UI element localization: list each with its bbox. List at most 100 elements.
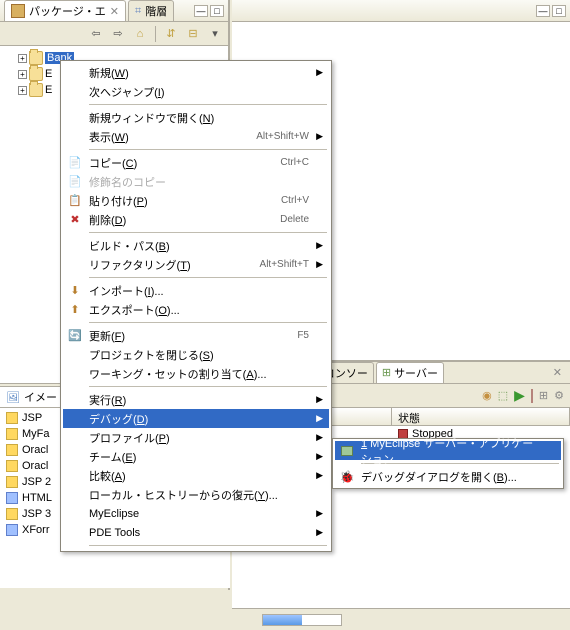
menu-item[interactable]: 🔄更新(F)F5 [63,326,329,345]
menu-item[interactable]: ビルド・パス(B)▶ [63,236,329,255]
submenu-arrow-icon: ▶ [316,259,323,270]
menu-item: 📄修飾名のコピー [63,172,329,191]
minimize-button[interactable]: — [536,5,550,17]
menu-label: 貼り付け(P) [85,193,281,209]
publish-icon[interactable]: ⬚ [498,389,508,402]
item-label: MyFa [22,428,50,440]
status-bar [232,608,570,630]
submenu-arrow-icon: ▶ [316,413,323,424]
menu-item[interactable]: 次へジャンプ(I) [63,82,329,101]
image-icon: 🖼 [6,391,20,404]
pkg-toolbar: ⇦ ⇨ ⌂ ⇵ ⊟ ▾ [0,22,228,46]
menu-accelerator: Alt+Shift+T [260,259,309,270]
menu-item[interactable]: ワーキング・セットの割り当て(A)... [63,364,329,383]
submenu-item[interactable]: 🐞デバッグダイアログを開く(B)... [335,467,561,486]
submenu-arrow-icon: ▶ [316,131,323,142]
menu-label: リファクタリング(T) [85,257,260,273]
jsp-icon [6,508,18,520]
submenu-arrow-icon: ▶ [316,394,323,405]
item-label: HTML [22,492,52,504]
stop-icon[interactable] [531,390,533,402]
menu-item[interactable]: ⬇インポート(I)... [63,281,329,300]
package-icon [11,4,25,18]
menu-label: 削除(D) [85,212,280,228]
menu-item[interactable]: ✖削除(D)Delete [63,210,329,229]
submenu-arrow-icon: ▶ [316,527,323,538]
submenu-arrow-icon: ▶ [316,67,323,78]
menu-item[interactable]: 実行(R) ▶ [63,390,329,409]
jsp-icon [6,460,18,472]
menu-label: 実行(R) [85,392,309,408]
menu-item[interactable]: ローカル・ヒストリーからの復元(Y)... [63,485,329,504]
submenu-label: 1 MyEclipse サーバー・アプリケーション [357,435,541,467]
menu-item[interactable]: 比較(A)▶ [63,466,329,485]
menu-button[interactable]: ▾ [206,25,224,43]
menu-label: 更新(F) [85,328,297,344]
pkg-explorer-tabs: パッケージ・エ ✕ ⌗ 階層 — □ [0,0,228,22]
expander-icon[interactable]: + [18,86,27,95]
menu-icon: ✖ [65,213,85,226]
menu-label: 表示(W) [85,129,256,145]
hierarchy-icon: ⌗ [135,5,141,18]
add-server-icon[interactable]: ⊞ [539,389,548,402]
server-app-icon [341,446,353,456]
tree-label: E [45,84,52,96]
menu-label: インポート(I)... [85,283,309,299]
item-label: JSP 2 [22,476,51,488]
col-status[interactable]: 状態 [392,408,570,425]
close-icon[interactable]: ✕ [110,5,119,18]
close-icon[interactable]: ✕ [553,366,562,379]
debug-submenu: 1 MyEclipse サーバー・アプリケーション🐞デバッグダイアログを開く(B… [332,438,564,489]
maximize-button[interactable]: □ [552,5,566,17]
expander-icon[interactable]: + [18,70,27,79]
tab-servers[interactable]: ⊞ サーバー [376,362,444,384]
run-icon[interactable]: ▶ [514,387,525,404]
menu-item[interactable]: PDE Tools▶ [63,523,329,542]
menu-item[interactable]: 新規(W) ▶ [63,63,329,82]
submenu-arrow-icon: ▶ [316,508,323,519]
maximize-button[interactable]: □ [210,5,224,17]
connect-icon[interactable]: ◉ [482,389,492,402]
menu-icon: 📋 [65,194,85,207]
html-icon [6,524,18,536]
jsp-icon [6,476,18,488]
image-view-title: イメー [24,389,57,405]
profile-icon[interactable]: ⚙ [554,389,564,402]
menu-item[interactable]: MyEclipse▶ [63,504,329,523]
home-button[interactable]: ⌂ [131,25,149,43]
back-button[interactable]: ⇦ [87,25,105,43]
folder-icon [29,51,43,65]
submenu-item[interactable]: 1 MyEclipse サーバー・アプリケーション [335,441,561,460]
jsp-icon [6,428,18,440]
tab-hierarchy[interactable]: ⌗ 階層 [128,0,174,21]
menu-item[interactable]: 表示(W)Alt+Shift+W▶ [63,127,329,146]
link-button[interactable]: ⇵ [162,25,180,43]
menu-icon: ⬇ [65,284,85,297]
menu-icon: 📄 [65,175,85,188]
menu-icon: 🔄 [65,329,85,342]
menu-item[interactable]: ⬆エクスポート(O)... [63,300,329,319]
menu-item[interactable]: 新規ウィンドウで開く(N) [63,108,329,127]
tab-label: サーバー [394,365,438,381]
server-icon: ⊞ [382,366,391,379]
submenu-arrow-icon: ▶ [316,451,323,462]
forward-button[interactable]: ⇨ [109,25,127,43]
tab-package-explorer[interactable]: パッケージ・エ ✕ [4,0,126,21]
menu-label: 新規(W) [85,65,309,81]
menu-item[interactable]: 📋貼り付け(P)Ctrl+V [63,191,329,210]
collapse-button[interactable]: ⊟ [184,25,202,43]
menu-item[interactable]: 📄コピー(C)Ctrl+C [63,153,329,172]
expander-icon[interactable]: + [18,54,27,63]
menu-item[interactable]: デバッグ(D)▶ [63,409,329,428]
minimize-button[interactable]: — [194,5,208,17]
menu-label: エクスポート(O)... [85,302,309,318]
submenu-arrow-icon: ▶ [316,432,323,443]
menu-item[interactable]: プロファイル(P)▶ [63,428,329,447]
menu-item[interactable]: プロジェクトを閉じる(S) [63,345,329,364]
jsp-icon [6,444,18,456]
menu-label: チーム(E) [85,449,309,465]
menu-item[interactable]: チーム(E) ▶ [63,447,329,466]
submenu-arrow-icon: ▶ [316,240,323,251]
menu-accelerator: Delete [280,214,309,225]
menu-item[interactable]: リファクタリング(T)Alt+Shift+T ▶ [63,255,329,274]
